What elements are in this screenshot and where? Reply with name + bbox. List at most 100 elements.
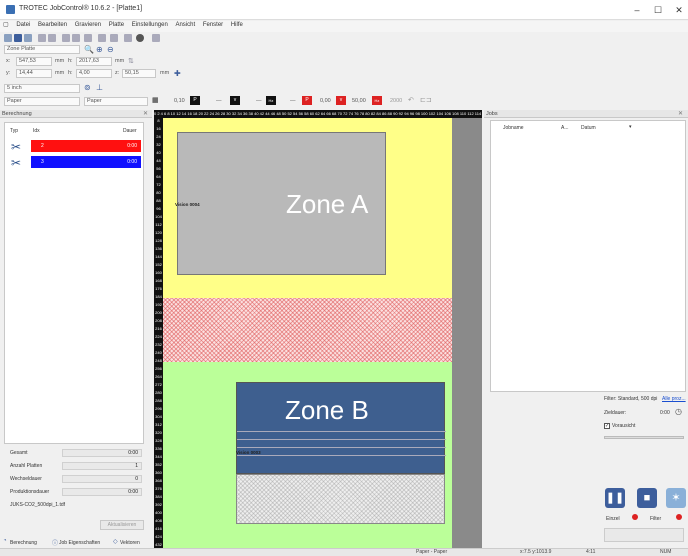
tab-berechnung[interactable]: Berechnung: [10, 540, 37, 546]
cut-icon[interactable]: [62, 34, 70, 42]
stat-gesamt-value: 0:00: [62, 449, 142, 457]
ruler-tick: 48: [156, 158, 161, 163]
zoom-icon[interactable]: 🔍: [84, 45, 94, 54]
stat-produktion-label: Produktionsdauer: [10, 489, 50, 495]
settings-button[interactable]: ✶: [666, 488, 686, 508]
process-row-blue[interactable]: 3 0:00: [31, 156, 141, 168]
align-icon[interactable]: [98, 34, 106, 42]
menu-platte[interactable]: Platte: [109, 22, 124, 28]
ruler-tick: 184: [155, 294, 162, 299]
zone-a-job[interactable]: Zone A: [177, 132, 386, 275]
preview-slider[interactable]: [604, 436, 684, 439]
filter-link[interactable]: Alle proz...: [662, 396, 686, 402]
power-separator: —: [216, 98, 222, 104]
speed-vector-icon[interactable]: v: [336, 96, 346, 105]
app-icon: [6, 5, 15, 14]
tab-vektoren[interactable]: Vektoren: [120, 540, 140, 546]
save-icon[interactable]: [14, 34, 22, 42]
height-icon[interactable]: ⊥: [96, 83, 103, 92]
status-time: 4:11: [586, 549, 596, 555]
ruler-tick: 312: [155, 422, 162, 427]
panel-close-icon[interactable]: ✕: [678, 110, 683, 117]
z-input[interactable]: 50,15: [122, 69, 156, 78]
arrange-icon[interactable]: [110, 34, 118, 42]
help-icon[interactable]: [124, 34, 132, 42]
ruler-tick: 112: [155, 222, 162, 227]
position-icon[interactable]: ✚: [174, 69, 181, 78]
ruler-tick: 152: [155, 262, 162, 267]
menu-bar: ▢ Datei Bearbeiten Gravieren Platte Eins…: [0, 21, 688, 32]
x-label: x:: [6, 58, 11, 64]
undo-icon[interactable]: [38, 34, 46, 42]
h-input[interactable]: 2017,63: [76, 57, 112, 66]
zone-a-label: Zone A: [286, 189, 369, 219]
ruler-tick: 64: [156, 174, 161, 179]
hatched-zone: [163, 298, 452, 362]
row-idx: 2: [41, 143, 44, 149]
zone-b-job[interactable]: Zone B: [236, 382, 446, 474]
air-icon[interactable]: ⊏⊐: [420, 96, 432, 104]
settings-icon[interactable]: [136, 34, 144, 42]
menu-datei[interactable]: Datei: [16, 22, 30, 28]
update-button[interactable]: Aktualisieren: [100, 520, 144, 530]
new-file-icon[interactable]: [4, 34, 12, 42]
maximize-icon[interactable]: ☐: [651, 4, 665, 16]
row-dauer: 0:00: [127, 159, 137, 165]
divider-line: [237, 447, 446, 448]
paste-icon[interactable]: [84, 34, 92, 42]
status-mode: NUM: [660, 549, 672, 555]
passes-icon[interactable]: ↶: [408, 96, 414, 104]
ruler-tick: 328: [155, 438, 162, 443]
material-settings-icon[interactable]: ▦: [152, 96, 159, 104]
menu-fenster[interactable]: Fenster: [203, 22, 223, 28]
tab-job-eigenschaften[interactable]: Job Eigenschaften: [59, 540, 100, 546]
filter-status-icon: [676, 514, 682, 520]
menu-bearbeiten[interactable]: Bearbeiten: [38, 22, 67, 28]
canvas-area[interactable]: 0 2 4 6 8 10 12 14 16 18 20 22 24 26 28 …: [154, 110, 482, 548]
minimize-icon[interactable]: –: [630, 4, 644, 16]
lens-select[interactable]: 5 inch: [4, 84, 80, 93]
zoom-in-icon[interactable]: ⊕: [96, 45, 103, 54]
menu-ansicht[interactable]: Ansicht: [175, 22, 195, 28]
new-icon[interactable]: ▢: [3, 21, 9, 28]
redo-icon[interactable]: [48, 34, 56, 42]
menu-hilfe[interactable]: Hilfe: [231, 22, 243, 28]
ruler-tick: 192: [155, 302, 162, 307]
material-select-2[interactable]: Paper: [84, 97, 148, 106]
ruler-tick: 144: [155, 254, 162, 259]
power-vector-icon[interactable]: P: [302, 96, 312, 105]
sort-arrow-icon[interactable]: ▾: [629, 124, 632, 130]
plate-select[interactable]: Zone Platte: [4, 45, 80, 54]
job-queue[interactable]: Jobname A... Datum ▾: [490, 120, 686, 392]
laser-icon[interactable]: [152, 34, 160, 42]
print-icon[interactable]: [24, 34, 32, 42]
process-row-red[interactable]: 2 0:00: [31, 140, 141, 152]
w-input[interactable]: 4,00: [76, 69, 112, 78]
pause-button[interactable]: ❚❚: [605, 488, 625, 508]
preview-checkbox[interactable]: ✓: [604, 423, 610, 429]
velocity-icon[interactable]: v: [230, 96, 240, 105]
menu-gravieren[interactable]: Gravieren: [75, 22, 101, 28]
x-input[interactable]: 547,53: [16, 57, 52, 66]
ruler-tick: 360: [155, 470, 162, 475]
ruler-tick: 224: [155, 334, 162, 339]
stop-button[interactable]: ■: [637, 488, 657, 508]
y-input[interactable]: 14,44: [16, 69, 52, 78]
status-material: Paper - Paper: [416, 549, 448, 555]
menu-einstellungen[interactable]: Einstellungen: [132, 22, 168, 28]
row-dauer: 0:00: [127, 143, 137, 149]
laser-label: Einzel: [606, 516, 620, 522]
divider-line: [237, 455, 446, 456]
copy-icon[interactable]: [72, 34, 80, 42]
ppi-icon[interactable]: Hz: [266, 96, 276, 105]
panel-pin-icon[interactable]: ✕: [143, 110, 148, 117]
ruler-tick: 280: [155, 390, 162, 395]
focus-icon[interactable]: ⊚: [84, 83, 91, 92]
close-icon[interactable]: ✕: [672, 4, 686, 16]
power-icon[interactable]: P: [190, 96, 200, 105]
freq-vector-icon[interactable]: Hz: [372, 96, 382, 105]
lock-ratio-icon[interactable]: ⇅: [128, 57, 134, 65]
zoom-out-icon[interactable]: ⊖: [107, 45, 114, 54]
material-select[interactable]: Paper: [4, 97, 80, 106]
title-bar: TROTEC JobControl® 10.6.2 - [Platte1] – …: [0, 0, 688, 20]
